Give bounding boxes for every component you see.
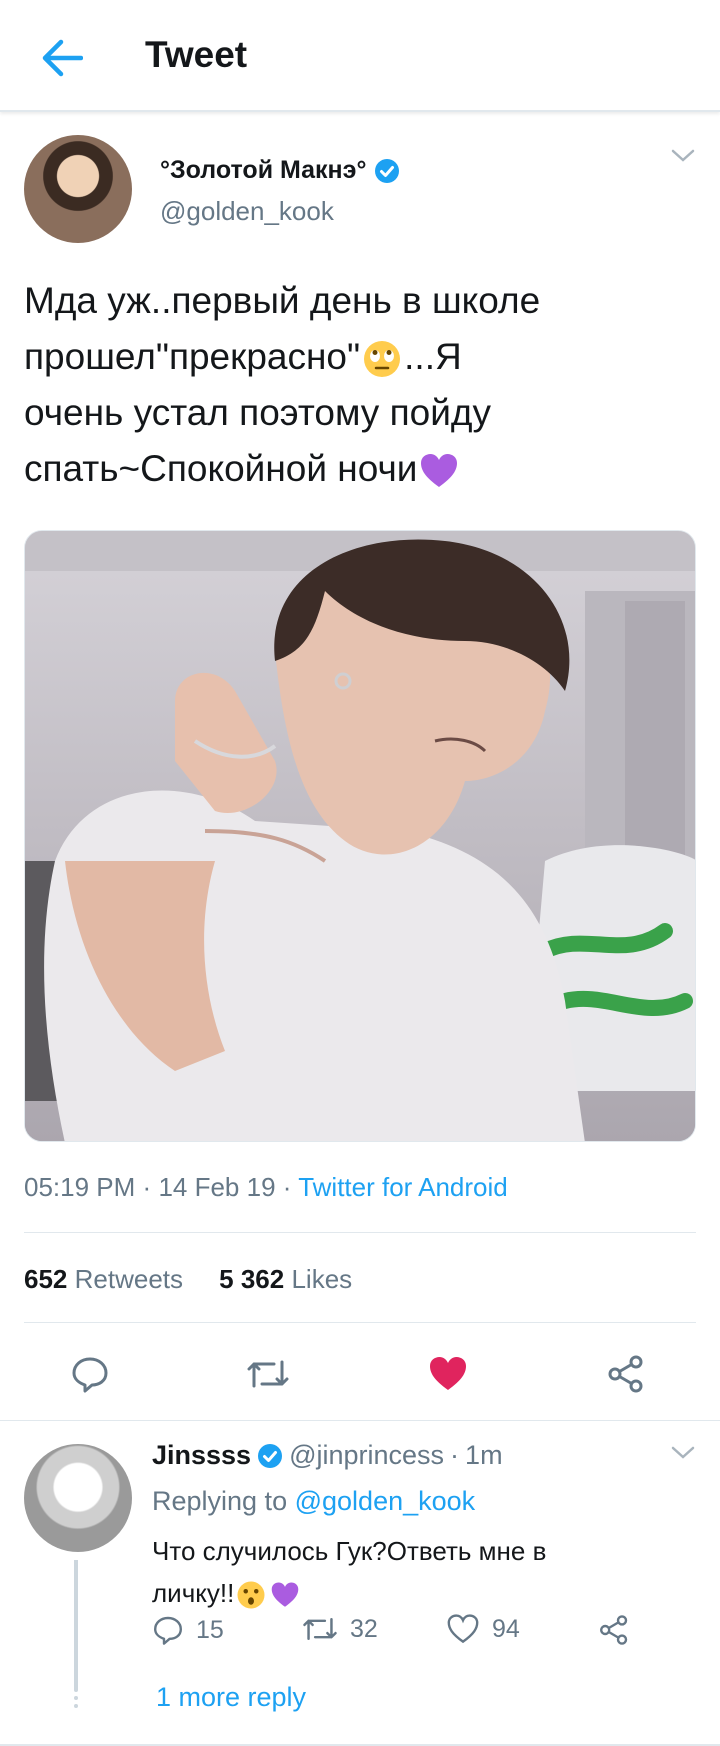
replying-to-prefix: Replying to [152,1486,288,1516]
retweet-count: 32 [350,1614,378,1643]
reply-age: 1m [465,1440,503,1470]
verified-badge-icon [258,1443,283,1468]
tweet-text: Мда уж..первый день в школе прошел"прекр… [24,273,700,497]
purple-heart-icon [421,454,458,488]
reply-button[interactable] [62,1346,118,1402]
retweets-count: 652 [24,1264,68,1294]
share-button[interactable] [598,1346,654,1402]
reply-share-button[interactable] [598,1614,630,1646]
chevron-down-icon[interactable] [670,1445,696,1461]
reply-icon [72,1357,108,1393]
author-name[interactable]: °Золотой Макнэ° [160,156,366,185]
divider [0,1420,720,1421]
author-handle[interactable]: @golden_kook [160,196,334,227]
reply-author-avatar[interactable] [24,1444,132,1552]
retweets-stat[interactable]: 652 Retweets [24,1264,183,1294]
reply-count: 15 [196,1615,224,1644]
top-bar: Tweet [0,0,720,112]
retweet-icon [303,1617,337,1641]
page-title: Tweet [145,34,248,75]
tweet-text-line: прошел"прекрасно" ...Я [24,329,700,385]
purple-heart-icon [272,1582,299,1607]
likes-label: Likes [291,1264,353,1294]
replying-to: Replying to @golden_kook [152,1486,475,1517]
rolling-eyes-emoji-icon [364,341,401,378]
tweet-stats: 652 Retweets 5 362 Likes [24,1264,352,1295]
reply-text: Что случилось Гук?Ответь мне в личку!! [152,1530,672,1614]
retweet-button[interactable] [240,1346,296,1402]
like-button[interactable] [420,1346,476,1402]
separator-dot: · [450,1440,460,1470]
reply-text-segment: личку!! [152,1578,235,1608]
separator-dot: · [142,1172,152,1202]
hushed-face-emoji-icon [237,1581,265,1609]
reply-icon [154,1616,182,1645]
verified-badge-icon [375,158,400,183]
separator-dot: · [282,1172,292,1202]
tweet-text-segment: спать~Спокойной ночи [24,448,418,489]
reply-text-line: личку!! [152,1572,672,1614]
chevron-down-icon[interactable] [670,148,696,164]
arrow-left-icon [42,39,83,77]
retweets-label: Retweets [74,1264,184,1294]
tweet-text-line: очень устал поэтому пойду [24,392,491,433]
likes-count: 5 362 [219,1264,285,1294]
more-replies-link[interactable]: 1 more reply [156,1682,306,1713]
reply-header: Jinssss @jinprincess · 1m [152,1440,503,1471]
reply-retweet-button[interactable]: 32 [302,1614,378,1644]
reply-text-line: Что случилось Гук?Ответь мне в [152,1536,547,1566]
reply-author-name[interactable]: Jinssss [152,1440,251,1471]
tweet-source-link[interactable]: Twitter for Android [298,1172,508,1202]
divider [24,1322,696,1323]
tweet-text-line: Мда уж..первый день в школе [24,280,541,321]
replying-to-mention[interactable]: @golden_kook [295,1486,476,1516]
author-avatar[interactable] [24,135,132,243]
tweet-text-segment: ...Я [404,336,462,377]
share-icon [608,1355,643,1393]
tweet-timestamp: 05:19 PM · 14 Feb 19 · Twitter for Andro… [24,1172,508,1203]
share-icon [600,1615,628,1645]
back-button[interactable] [30,26,94,90]
thread-dots [72,1688,80,1712]
thread-line [74,1560,78,1690]
photo-illustration [25,531,695,1141]
tweet-photo[interactable] [24,530,696,1142]
like-count: 94 [492,1614,520,1643]
tweet-text-segment: прошел"прекрасно" [24,336,361,377]
divider [24,1232,696,1233]
tweet-text-line: спать~Спокойной ночи [24,441,700,497]
reply-author-handle[interactable]: @jinprincess [289,1440,444,1471]
author-name-row[interactable]: °Золотой Макнэ° [160,156,400,185]
likes-stat[interactable]: 5 362 Likes [219,1264,352,1294]
heart-filled-icon [430,1357,466,1390]
reply-reply-button[interactable]: 15 [152,1614,224,1646]
reply-like-button[interactable]: 94 [446,1614,520,1644]
tweet-time: 05:19 PM [24,1172,136,1202]
heart-outline-icon [447,1614,479,1644]
retweet-icon [247,1360,289,1388]
tweet-date: 14 Feb 19 [158,1172,276,1202]
